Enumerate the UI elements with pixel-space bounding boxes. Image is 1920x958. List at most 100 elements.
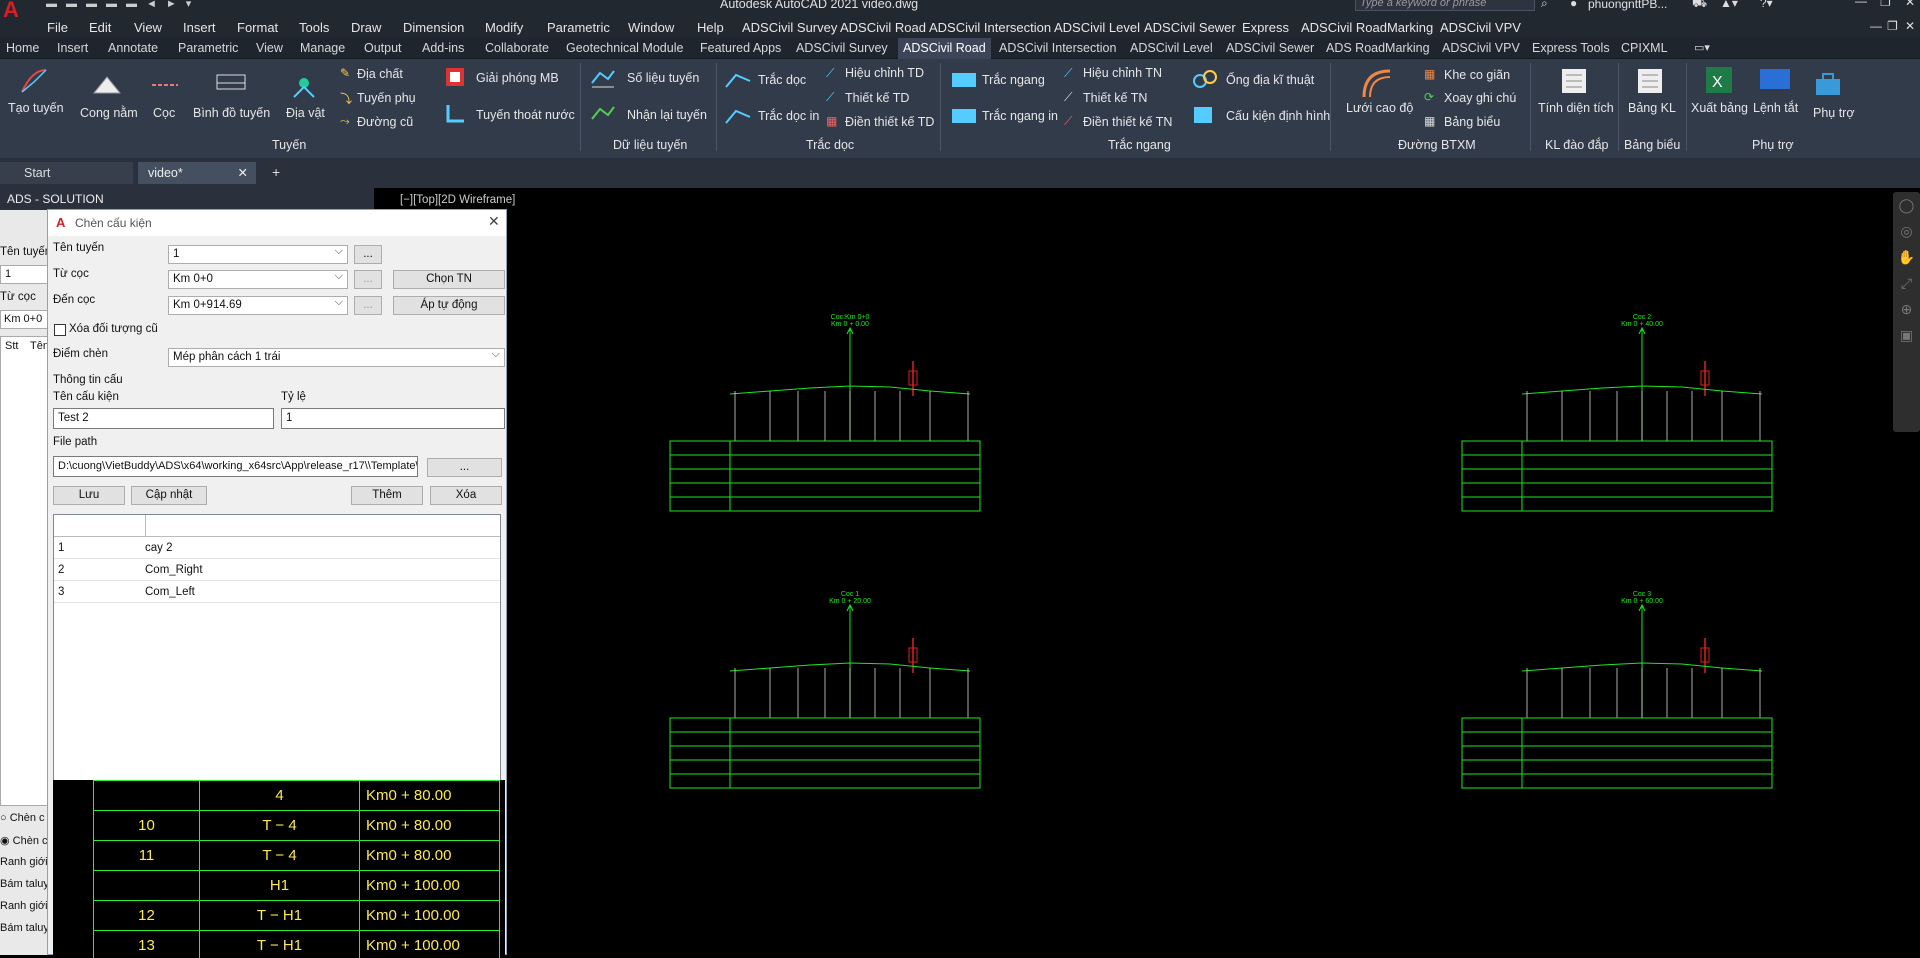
them-button[interactable]: Thêm	[351, 486, 423, 505]
tab-adscivil-road[interactable]: ADSCivil Road	[898, 38, 991, 59]
diem-chen-combo[interactable]: Mép phân cách 1 trái	[168, 348, 505, 367]
palette-radio-1[interactable]: ○ Chèn c	[0, 812, 45, 824]
drawing-canvas[interactable]: [−][Top][2D Wireframe] Coc:Km 0+0Km 0 + …	[400, 188, 1920, 955]
tab-collaborate[interactable]: Collaborate	[485, 41, 549, 55]
menu-file[interactable]: File	[47, 20, 68, 35]
phu-tro-button[interactable]: Phụ trợ	[1813, 106, 1855, 120]
ten-tuyen-combo[interactable]: 1	[168, 245, 348, 264]
dia-chat-button[interactable]: Địa chất	[357, 67, 403, 81]
tuyen-thoat-nuoc-button[interactable]: Tuyến thoát nước	[476, 108, 575, 122]
ten-cau-kien-input[interactable]: Test 2	[53, 408, 274, 429]
tab-manage[interactable]: Manage	[300, 41, 345, 55]
dien-thiet-ke-td-button[interactable]: Điền thiết kế TD	[845, 115, 934, 129]
minimize-button[interactable]: —	[1855, 0, 1867, 8]
coc-button[interactable]: Cọc	[153, 106, 175, 120]
user-icon[interactable]: ●	[1570, 0, 1577, 10]
table-row[interactable]: 1cay 2	[54, 537, 500, 559]
palette-bam-taluy-1[interactable]: Bám taluy	[0, 878, 49, 890]
palette-ten-tuyen-combo[interactable]: 1	[0, 265, 50, 284]
trac-ngang-button[interactable]: Trắc ngang	[982, 73, 1045, 87]
palette-radio-2[interactable]: ◉ Chèn c	[0, 834, 48, 847]
menu-adscivil-vpv[interactable]: ADSCivil VPV	[1440, 20, 1521, 35]
tab-view[interactable]: View	[256, 41, 283, 55]
tab-cpixml[interactable]: CPIXML	[1621, 41, 1668, 55]
xuat-bang-button[interactable]: Xuất bảng	[1691, 101, 1748, 115]
xoa-button[interactable]: Xóa	[430, 486, 502, 505]
den-coc-combo[interactable]: Km 0+914.69	[168, 296, 348, 315]
tu-coc-browse-button[interactable]: ...	[354, 270, 382, 289]
so-lieu-tuyen-button[interactable]: Số liệu tuyến	[627, 71, 699, 85]
menu-format[interactable]: Format	[237, 20, 278, 35]
tab-adscivil-level[interactable]: ADSCivil Level	[1130, 41, 1213, 55]
hieu-chinh-td-button[interactable]: Hiệu chỉnh TD	[845, 66, 924, 80]
file-path-browse-button[interactable]: ...	[427, 458, 502, 477]
table-row[interactable]: 2Com_Right	[54, 559, 500, 581]
palette-grid[interactable]	[0, 336, 50, 806]
cart-icon[interactable]: ⛟	[1692, 0, 1707, 12]
menu-help[interactable]: Help	[697, 20, 724, 35]
menu-draw[interactable]: Draw	[351, 20, 381, 35]
viewcube-bar[interactable]: ◯◎✋⤢⊕▣	[1893, 192, 1920, 432]
cong-nam-button[interactable]: Cong nằm	[80, 106, 138, 120]
dien-thiet-ke-tn-button[interactable]: Điền thiết kế TN	[1083, 115, 1172, 129]
menu-edit[interactable]: Edit	[89, 20, 111, 35]
den-coc-browse-button[interactable]: ...	[354, 296, 382, 315]
bang-kl-button[interactable]: Bảng KL	[1628, 101, 1676, 115]
trac-doc-in-button[interactable]: Trắc dọc in	[758, 109, 819, 123]
tab-express-tools[interactable]: Express Tools	[1532, 41, 1610, 55]
chon-tn-button[interactable]: Chọn TN	[393, 270, 505, 289]
tab-adscivil-sewer[interactable]: ADSCivil Sewer	[1226, 41, 1314, 55]
xoay-ghi-chu-button[interactable]: Xoay ghi chú	[1444, 91, 1516, 105]
khe-co-gian-button[interactable]: Khe co giãn	[1444, 68, 1510, 82]
close-button[interactable]: ✕	[1905, 0, 1915, 9]
menu-insert[interactable]: Insert	[183, 20, 216, 35]
ten-tuyen-browse-button[interactable]: ...	[354, 245, 382, 264]
xoa-doi-tuong-cu-checkbox[interactable]	[54, 324, 66, 336]
menu-parametric[interactable]: Parametric	[547, 20, 610, 35]
tab-adscivil-vpv[interactable]: ADSCivil VPV	[1442, 41, 1520, 55]
tab-adscivil-survey[interactable]: ADSCivil Survey	[796, 41, 888, 55]
cau-kien-grid[interactable]: 1cay 2 2Com_Right 3Com_Left	[53, 514, 501, 784]
menu-tools[interactable]: Tools	[299, 20, 329, 35]
dia-vat-button[interactable]: Địa vật	[286, 106, 325, 120]
tab-parametric[interactable]: Parametric	[178, 41, 238, 55]
menu-adscivil-level[interactable]: ADSCivil Level	[1054, 20, 1140, 35]
hieu-chinh-tn-button[interactable]: Hiệu chỉnh TN	[1083, 66, 1162, 80]
ribbon-toggle-icon[interactable]: ▭▾	[1694, 41, 1710, 54]
tab-annotate[interactable]: Annotate	[108, 41, 158, 55]
thiet-ke-tn-button[interactable]: Thiết kế TN	[1083, 91, 1147, 105]
search-icon[interactable]: ⌕	[1541, 0, 1548, 11]
tu-coc-combo[interactable]: Km 0+0	[168, 270, 348, 289]
restore-button[interactable]: ❐	[1880, 0, 1891, 9]
menu-view[interactable]: View	[134, 20, 162, 35]
luoi-cao-do-button[interactable]: Lưới cao độ	[1346, 101, 1413, 115]
menu-adscivil-sewer[interactable]: ADSCivil Sewer	[1144, 20, 1236, 35]
tab-home[interactable]: Home	[6, 41, 39, 55]
menu-adscivil-road[interactable]: ADSCivil Road	[840, 20, 926, 35]
palette-bam-taluy-2[interactable]: Bám taluy	[0, 922, 49, 934]
tab-video[interactable]: video*✕	[138, 162, 256, 184]
menu-window[interactable]: Window	[628, 20, 674, 35]
ty-le-input[interactable]: 1	[281, 408, 505, 429]
table-row[interactable]: 3Com_Left	[54, 581, 500, 603]
tab-add-ins[interactable]: Add-ins	[422, 41, 464, 55]
ong-dia-ki-thuat-button[interactable]: Ống địa kĩ thuật	[1226, 73, 1314, 87]
cau-kien-dinh-hinh-button[interactable]: Cấu kiện định hình	[1226, 109, 1330, 123]
autodesk-a360-icon[interactable]: ▲▾	[1720, 0, 1738, 10]
menu-express[interactable]: Express	[1242, 20, 1289, 35]
binh-do-tuyen-button[interactable]: Bình đồ tuyến	[193, 106, 270, 120]
menu-adscivil-roadmarking[interactable]: ADSCivil RoadMarking	[1301, 20, 1433, 35]
close-tab-icon[interactable]: ✕	[238, 165, 248, 180]
tab-featured-apps[interactable]: Featured Apps	[700, 41, 781, 55]
menu-restore-button[interactable]: ❐	[1887, 19, 1898, 33]
duong-cu-button[interactable]: Đường cũ	[357, 115, 413, 129]
add-tab-button[interactable]: +	[272, 164, 280, 180]
file-path-input[interactable]: D:\cuong\VietBuddy\ADS\x64\working_x64sr…	[53, 456, 418, 477]
ap-tu-dong-button[interactable]: Áp tự động	[393, 296, 505, 315]
tab-ads-roadmarking[interactable]: ADS RoadMarking	[1326, 41, 1430, 55]
trac-doc-button[interactable]: Trắc dọc	[758, 73, 806, 87]
tab-insert[interactable]: Insert	[57, 41, 88, 55]
dialog-close-icon[interactable]: ✕	[488, 213, 500, 230]
giai-phong-mb-button[interactable]: Giải phóng MB	[476, 71, 559, 85]
menu-adscivil-survey[interactable]: ADSCivil Survey	[742, 20, 837, 35]
